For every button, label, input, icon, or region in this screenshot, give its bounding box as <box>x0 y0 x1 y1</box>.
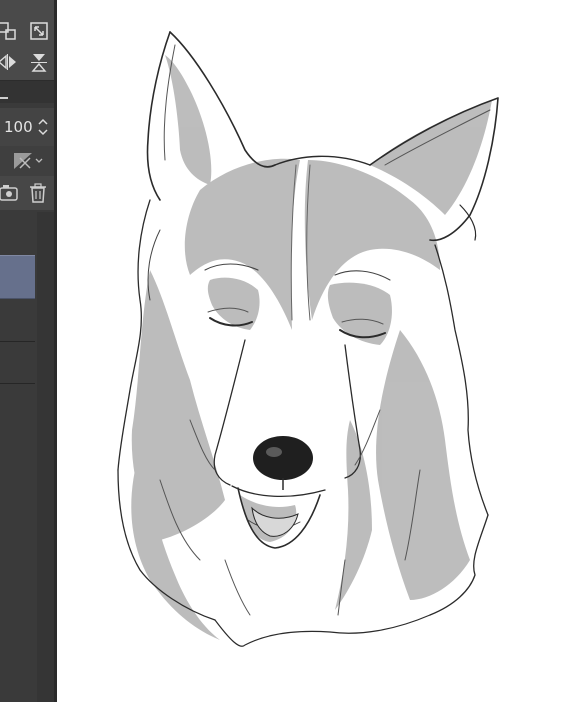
tab-indicator <box>0 97 8 99</box>
layer-actions <box>0 176 54 210</box>
drawing-canvas[interactable] <box>57 0 574 702</box>
fit-icon[interactable] <box>28 20 50 42</box>
flip-horizontal-icon[interactable] <box>0 51 18 73</box>
delete-icon[interactable] <box>27 182 49 204</box>
spinner-icon[interactable] <box>36 116 50 138</box>
opacity-value[interactable]: 100 <box>4 117 33 137</box>
app-window: 100 <box>0 0 574 702</box>
mask-row <box>0 146 54 176</box>
layer-item-selected[interactable] <box>0 255 35 299</box>
mask-icon[interactable] <box>12 150 46 172</box>
flip-vertical-icon[interactable] <box>28 51 50 73</box>
layer-toolbar <box>0 0 54 80</box>
layer-scrollbar[interactable] <box>37 212 54 702</box>
layer-separator <box>0 383 35 384</box>
layer-panel: 100 <box>0 0 57 702</box>
layer-separator <box>0 341 35 342</box>
husky-sketch-drawing <box>117 31 499 647</box>
layer-tab-strip[interactable] <box>0 81 54 103</box>
transform-icon[interactable] <box>0 20 18 42</box>
new-layer-icon[interactable] <box>0 182 20 204</box>
